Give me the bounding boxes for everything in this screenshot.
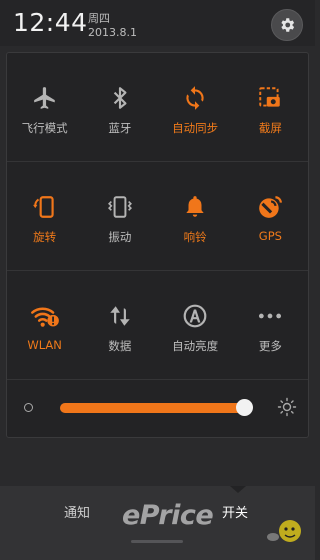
more-icon bbox=[255, 301, 285, 331]
tab-toggles[interactable]: 开关 bbox=[222, 502, 248, 521]
toggle-label: 更多 bbox=[258, 339, 282, 353]
brightness-control bbox=[7, 383, 308, 433]
toggle-label: 数据 bbox=[108, 339, 132, 353]
toggle-label: 振动 bbox=[108, 230, 132, 244]
rotate-icon bbox=[30, 192, 60, 222]
toggle-gps[interactable]: GPS bbox=[233, 162, 308, 270]
toggle-row: WLAN 数据 自动亮度 更多 bbox=[7, 271, 308, 380]
quick-toggles-panel: 飞行模式 蓝牙 自动同步 截屏旋转 振动 响铃 GPS WLAN 数据 自动亮度 更多 bbox=[6, 52, 309, 438]
status-bar: 12:44 周四 2013.8.1 bbox=[0, 0, 315, 46]
toggle-row: 旋转 振动 响铃 GPS bbox=[7, 162, 308, 271]
toggle-label: 自动同步 bbox=[172, 121, 219, 135]
auto-brightness-icon bbox=[180, 301, 210, 331]
toggle-row: 飞行模式 蓝牙 自动同步 截屏 bbox=[7, 53, 308, 162]
toggle-grid: 飞行模式 蓝牙 自动同步 截屏旋转 振动 响铃 GPS WLAN 数据 自动亮度 更多 bbox=[7, 53, 308, 380]
toggle-label: 蓝牙 bbox=[108, 121, 132, 135]
clock: 12:44 bbox=[13, 8, 88, 37]
toggle-auto-brightness[interactable]: 自动亮度 bbox=[158, 271, 233, 379]
settings-button[interactable] bbox=[271, 9, 303, 41]
toggle-label: 旋转 bbox=[33, 230, 57, 244]
vibrate-icon bbox=[105, 192, 135, 222]
toggle-label: 飞行模式 bbox=[21, 121, 68, 135]
airplane-icon bbox=[30, 83, 60, 113]
brightness-high-icon bbox=[277, 397, 297, 417]
tab-notifications[interactable]: 通知 bbox=[64, 502, 90, 521]
drag-handle[interactable] bbox=[131, 540, 183, 543]
toggle-label: 截屏 bbox=[258, 121, 282, 135]
weekday: 周四 bbox=[88, 12, 110, 25]
date: 2013.8.1 bbox=[88, 26, 137, 39]
bluetooth-icon bbox=[105, 83, 135, 113]
brightness-thumb[interactable] bbox=[236, 399, 254, 416]
toggle-label: WLAN bbox=[27, 338, 62, 352]
toggle-bell[interactable]: 响铃 bbox=[158, 162, 233, 270]
data-icon bbox=[105, 301, 135, 331]
toggle-bluetooth[interactable]: 蓝牙 bbox=[82, 53, 157, 161]
toggle-more[interactable]: 更多 bbox=[233, 271, 308, 379]
tab-selected-indicator bbox=[230, 486, 246, 493]
brightness-low-icon bbox=[24, 403, 33, 412]
bell-icon bbox=[180, 192, 210, 222]
brightness-slider[interactable] bbox=[60, 399, 254, 416]
toggle-wifi[interactable]: WLAN bbox=[7, 271, 82, 379]
watermark-mascot-icon bbox=[267, 520, 301, 542]
screenshot-icon bbox=[255, 83, 285, 113]
gps-icon bbox=[255, 192, 285, 222]
toggle-vibrate[interactable]: 振动 bbox=[82, 162, 157, 270]
toggle-rotate[interactable]: 旋转 bbox=[7, 162, 82, 270]
gear-icon bbox=[281, 18, 295, 32]
toggle-label: 响铃 bbox=[183, 230, 207, 244]
toggle-label: GPS bbox=[258, 229, 282, 243]
toggle-airplane[interactable]: 飞行模式 bbox=[7, 53, 82, 161]
toggle-sync[interactable]: 自动同步 bbox=[158, 53, 233, 161]
toggle-label: 自动亮度 bbox=[172, 339, 219, 353]
watermark-text: ePrice bbox=[122, 500, 214, 531]
wifi-icon bbox=[30, 301, 60, 331]
toggle-data[interactable]: 数据 bbox=[82, 271, 157, 379]
brightness-fill bbox=[60, 403, 245, 413]
sync-icon bbox=[180, 83, 210, 113]
toggle-screenshot[interactable]: 截屏 bbox=[233, 53, 308, 161]
